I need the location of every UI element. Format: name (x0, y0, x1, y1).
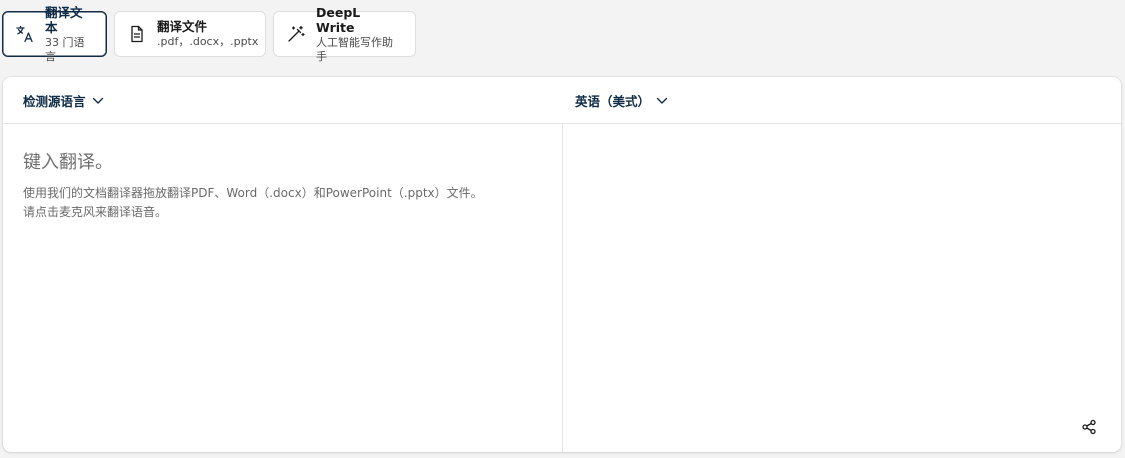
tab-title: DeepL Write (316, 4, 361, 36)
tab-title: 翻译文本 (45, 4, 83, 36)
tab-translate-text[interactable]: 翻译文本 33 门语言 (2, 5, 107, 63)
source-language-label: 检测源语言 (23, 94, 86, 109)
tab-subtitle: .pdf，.docx，.pptx (157, 34, 259, 48)
source-hint: 使用我们的文档翻译器拖放翻译PDF、Word（.docx）和PowerPoint… (23, 184, 542, 222)
magic-wand-icon (286, 24, 306, 44)
hint-microphone: 请点击麦克风来翻译语音。 (23, 205, 168, 220)
tab-subtitle: 人工智能写作助手 (316, 35, 393, 63)
document-icon (127, 24, 147, 44)
translator-panel: 检测源语言 英语（美式） 键入翻译。 使用我们的文档翻译器拖放翻译PDF、Wor… (3, 77, 1121, 452)
source-placeholder: 键入翻译。 (23, 152, 113, 173)
translate-icon (15, 24, 35, 44)
source-text-area[interactable]: 键入翻译。 使用我们的文档翻译器拖放翻译PDF、Word（.docx）和Powe… (3, 124, 562, 452)
hint-document-translator: 使用我们的文档翻译器拖放翻译PDF、Word（.docx）和PowerPoint… (23, 186, 483, 200)
target-language-label: 英语（美式） (575, 94, 651, 109)
tab-translate-files[interactable]: 翻译文件 .pdf，.docx，.pptx (114, 11, 266, 57)
tab-title: 翻译文件 (157, 19, 208, 35)
tab-deepl-write[interactable]: DeepL Write 人工智能写作助手 (273, 5, 416, 63)
chevron-down-icon (656, 97, 668, 105)
target-language-select[interactable]: 英语（美式） (575, 77, 668, 124)
share-button[interactable] (1079, 419, 1099, 439)
share-icon (1081, 419, 1097, 439)
target-text-area (563, 124, 1121, 452)
source-language-select[interactable]: 检测源语言 (23, 77, 104, 124)
chevron-down-icon (92, 97, 104, 105)
tab-subtitle: 33 门语言 (45, 35, 85, 63)
mode-tabs: 翻译文本 33 门语言 翻译文件 .pdf，.docx，.pptx DeepL … (2, 5, 416, 63)
language-bar: 检测源语言 英语（美式） (3, 77, 1121, 124)
